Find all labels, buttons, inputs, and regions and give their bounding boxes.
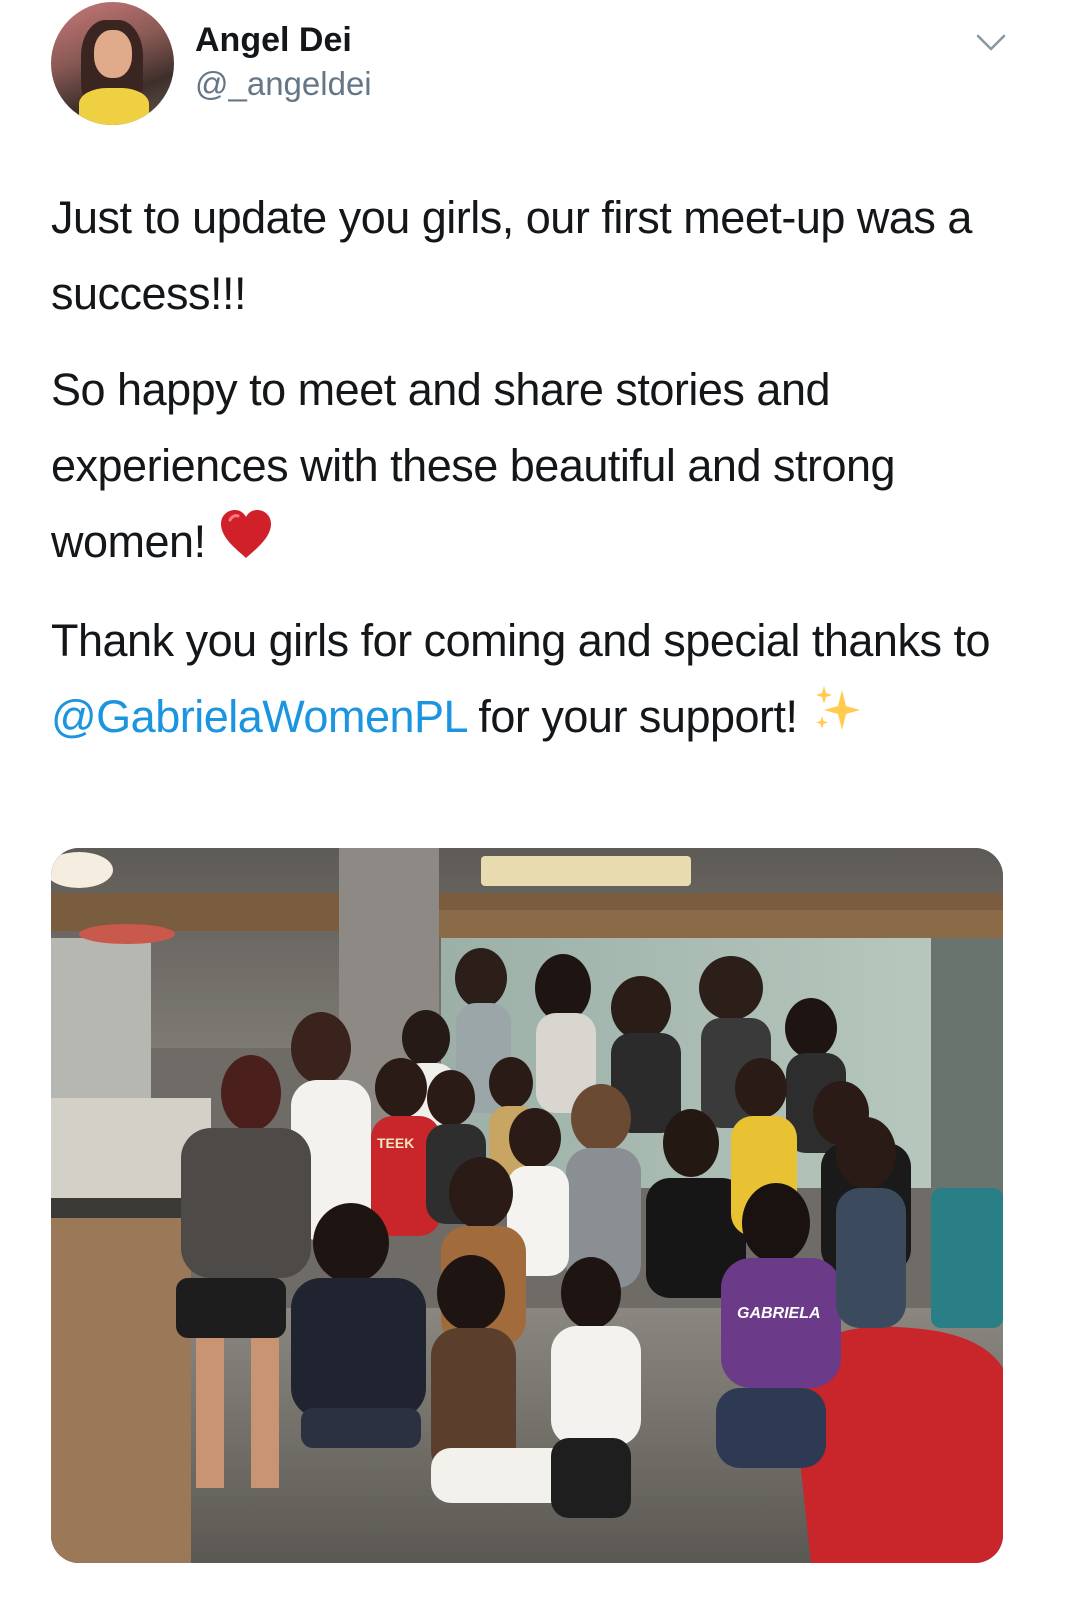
red-heart-icon (218, 507, 274, 583)
chevron-down-icon[interactable] (974, 28, 1008, 58)
photo-shirt-text-teek: TEEK (377, 1135, 414, 1151)
author-handle[interactable]: @_angeldei (195, 64, 372, 104)
photo-counter-top (51, 1198, 201, 1218)
photo-wood-beam-2 (431, 910, 1003, 938)
photo-lamp-2 (79, 924, 175, 944)
author-avatar[interactable] (51, 2, 174, 125)
tweet-paragraph-1: Just to update you girls, our first meet… (51, 192, 972, 319)
avatar-face (94, 30, 132, 78)
sparkles-icon (810, 682, 864, 759)
tweet-photo[interactable]: GABRIELA TEEK (51, 848, 1003, 1563)
tweet-text: Just to update you girls, our first meet… (51, 180, 1021, 779)
author-display-name[interactable]: Angel Dei (195, 20, 352, 60)
photo-teal-chair (931, 1188, 1003, 1328)
photo-ceiling-light (481, 856, 691, 886)
tweet: Angel Dei @_angeldei Just to update you … (0, 0, 1076, 1600)
photo-counter (51, 1208, 191, 1563)
tweet-paragraph-3: Thank you girls for coming and special t… (51, 603, 1021, 759)
tweet-paragraph-2: So happy to meet and share stories and e… (51, 352, 1021, 583)
tweet-paragraph-3-after: for your support! (466, 691, 798, 743)
tweet-paragraph-3-before: Thank you girls for coming and special t… (51, 615, 991, 667)
avatar-top (79, 88, 149, 125)
mention-link[interactable]: @GabrielaWomenPL (51, 691, 467, 742)
photo-shirt-text-gabriela: GABRIELA (737, 1305, 821, 1322)
photo-right-wall (931, 938, 1003, 1198)
tweet-paragraph-2-text: So happy to meet and share stories and e… (51, 364, 896, 567)
